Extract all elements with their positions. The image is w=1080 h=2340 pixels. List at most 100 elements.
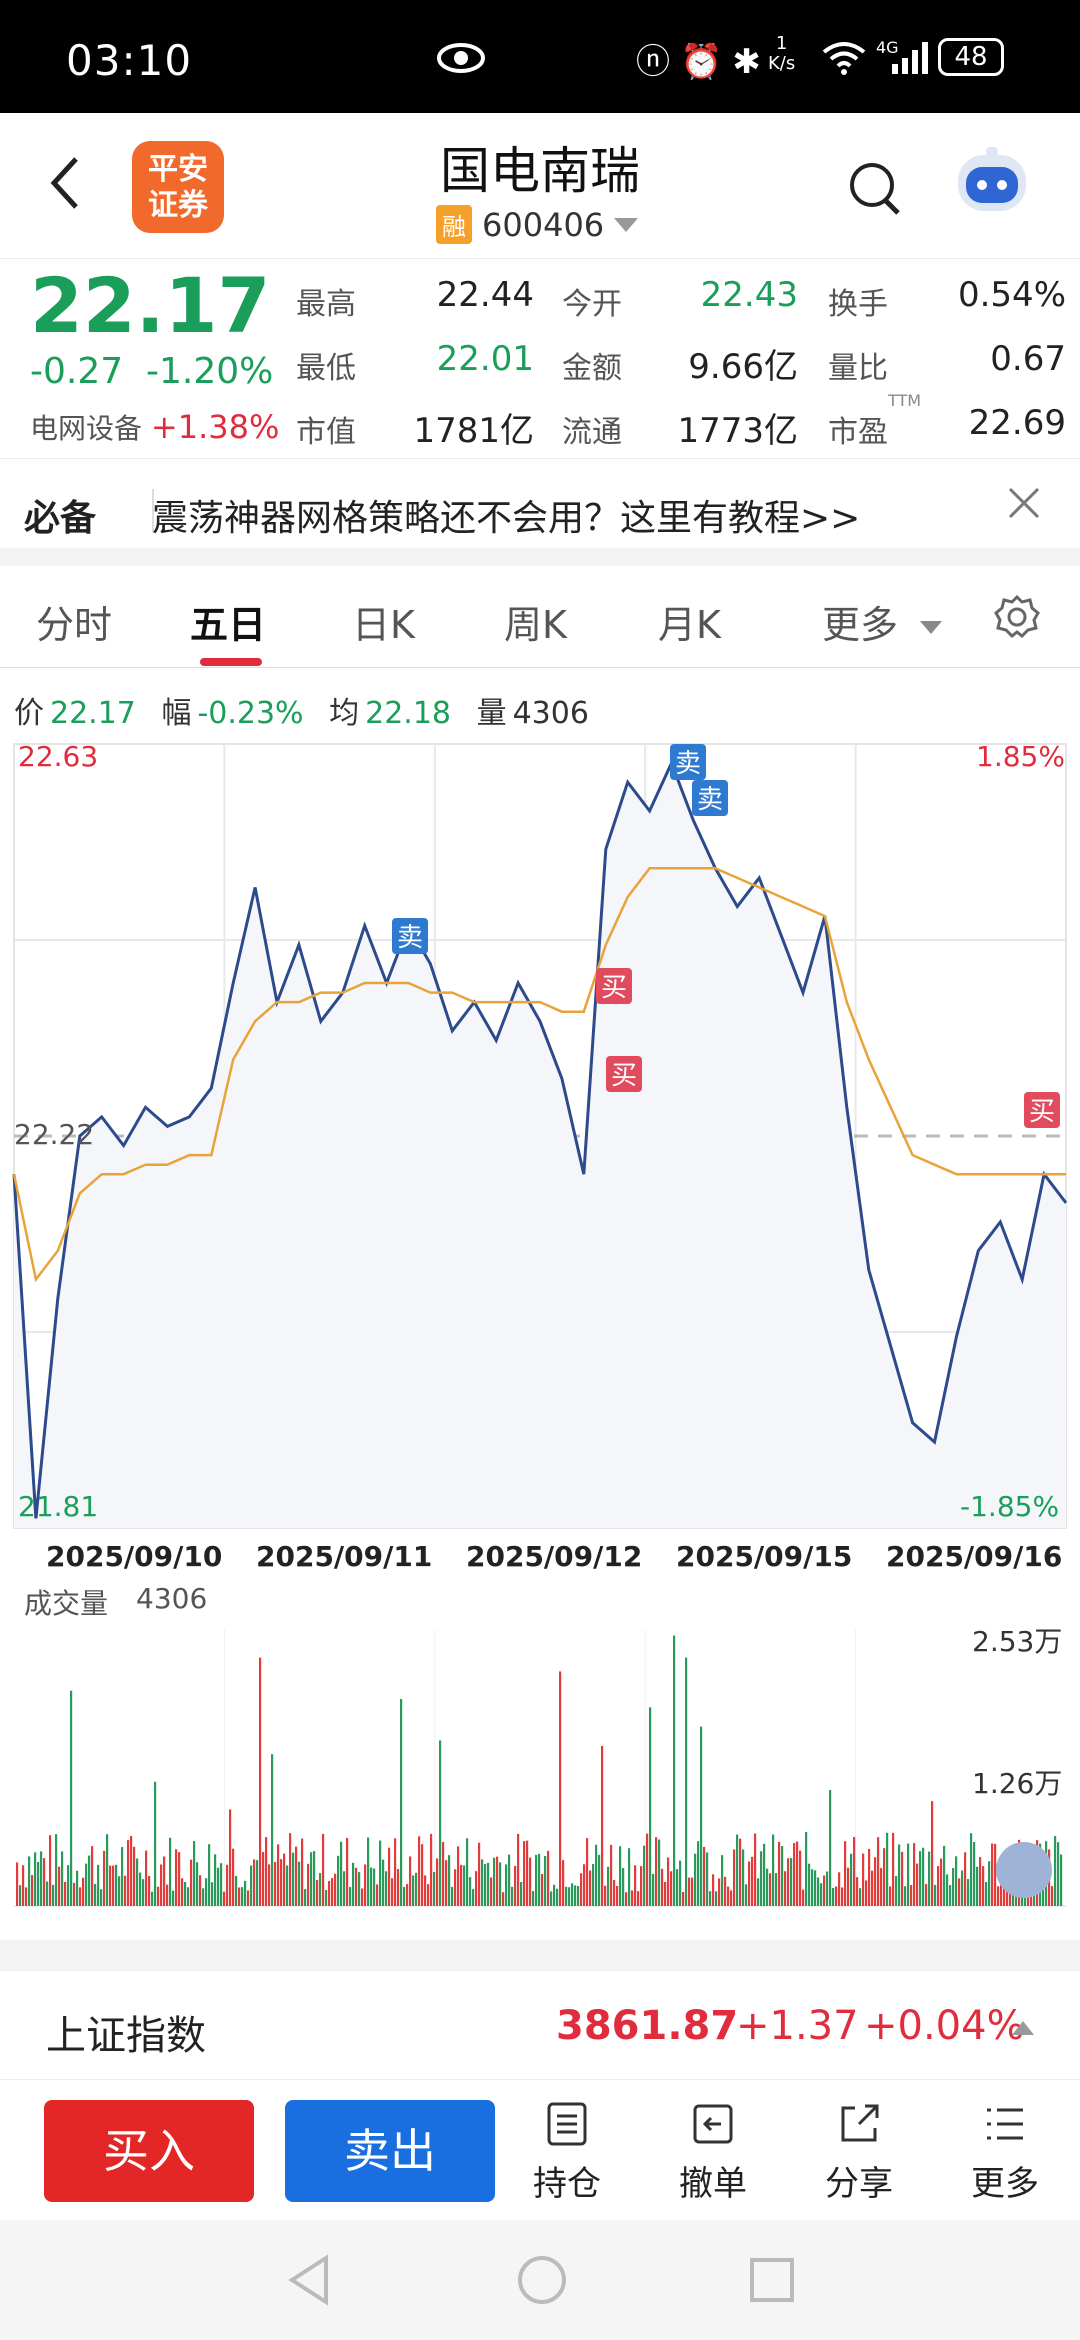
volume-bar [262, 1852, 265, 1906]
field-value: 1781亿 [413, 411, 534, 451]
nav-home-icon[interactable] [512, 2250, 572, 2310]
volume-bar [550, 1891, 553, 1906]
volume-bar [307, 1863, 310, 1906]
buy-marker[interactable]: 买 [1024, 1092, 1060, 1128]
holdings-button[interactable]: 持仓 [522, 2100, 612, 2205]
sector-info[interactable]: 电网设备 +1.38% [30, 407, 279, 447]
chevron-up-icon[interactable] [1012, 2021, 1034, 2035]
notice-bar[interactable]: 必备 震荡神器网格策略还不会用？这里有教程>> [0, 458, 1080, 566]
chevron-down-icon [920, 621, 943, 634]
active-tab-indicator [200, 658, 262, 666]
volume-bar [967, 1879, 970, 1906]
tab-minute[interactable]: 分时 [36, 594, 112, 649]
volume-bar [301, 1838, 304, 1906]
volume-bar [637, 1891, 640, 1906]
volume-bar [31, 1874, 34, 1906]
volume-bar [463, 1865, 466, 1906]
y-axis-mid-label: 22.22 [14, 1118, 95, 1151]
volume-bar [316, 1880, 319, 1906]
volume-bar [292, 1852, 295, 1906]
volume-bar [844, 1841, 847, 1906]
close-icon[interactable] [1004, 483, 1044, 523]
cancel-order-button[interactable]: 撤单 [668, 2100, 758, 2205]
notice-tag: 必备 [24, 498, 97, 539]
share-button[interactable]: 分享 [814, 2100, 904, 2205]
stock-code-selector[interactable]: 融 600406 [436, 205, 639, 244]
tab-monthly-k[interactable]: 月K [658, 594, 721, 649]
sell-button[interactable]: 卖出 [285, 2100, 495, 2202]
chevron-down-icon [614, 217, 639, 232]
index-ticker[interactable]: 上证指数 3861.87 +1.37 +0.04% [0, 1970, 1080, 2080]
volume-bar [919, 1851, 922, 1906]
volume-bar [649, 1707, 652, 1906]
volume-bar [706, 1852, 709, 1906]
volume-bar [997, 1886, 1000, 1906]
volume-bar [346, 1837, 349, 1906]
volume-bar [445, 1860, 448, 1906]
volume-bar [817, 1877, 820, 1906]
volume-bar [946, 1874, 949, 1906]
volume-bar [808, 1863, 811, 1906]
field-label: 市盈 [828, 415, 888, 450]
buy-marker[interactable]: 买 [606, 1056, 642, 1092]
volume-bar [49, 1835, 52, 1906]
volume-bar [799, 1850, 802, 1906]
search-icon[interactable] [846, 159, 902, 219]
nav-back-icon[interactable] [280, 2250, 340, 2310]
pct-axis-bottom-label: -1.85% [960, 1490, 1060, 1523]
volume-bar [628, 1848, 631, 1906]
volume-bar [781, 1846, 784, 1906]
volume-bar [451, 1886, 454, 1906]
buy-button[interactable]: 买入 [44, 2100, 254, 2202]
expand-chart-icon[interactable] [996, 1842, 1052, 1898]
volume-bar [610, 1844, 613, 1906]
sell-marker[interactable]: 卖 [392, 918, 428, 954]
volume-bar [652, 1873, 655, 1906]
volume-bar [352, 1862, 355, 1906]
volume-bar [862, 1853, 865, 1906]
field-value: 22.44 [436, 275, 534, 315]
volume-bar [394, 1838, 397, 1906]
robot-assistant-icon[interactable] [952, 145, 1032, 221]
sell-marker[interactable]: 卖 [670, 744, 706, 780]
svg-text:卖: 卖 [675, 749, 701, 779]
nav-recents-icon[interactable] [742, 2250, 802, 2310]
tab-more[interactable]: 更多 [822, 594, 943, 649]
volume-bar [988, 1861, 991, 1906]
volume-bar [121, 1847, 124, 1906]
volume-bar [766, 1868, 769, 1906]
volume-chart[interactable] [0, 1620, 1080, 1920]
notice-text[interactable]: 震荡神器网格策略还不会用？这里有教程>> [152, 489, 860, 541]
volume-bar [490, 1877, 493, 1906]
volume-bar [88, 1855, 91, 1906]
signal-icon [892, 42, 928, 74]
more-button[interactable]: 更多 [960, 2100, 1050, 2205]
volume-bar [703, 1846, 706, 1906]
gear-icon[interactable] [994, 594, 1040, 640]
volume-bar [670, 1871, 673, 1906]
volume-bar [472, 1889, 475, 1906]
volume-bar [583, 1864, 586, 1906]
volume-bar [67, 1865, 70, 1906]
volume-bar [925, 1884, 928, 1906]
tab-five-day[interactable]: 五日 [190, 594, 266, 649]
battery-icon: 48 [938, 38, 1004, 76]
sell-marker[interactable]: 卖 [692, 780, 728, 816]
tab-daily-k[interactable]: 日K [352, 594, 415, 649]
volume-bar [391, 1878, 394, 1906]
section-gap [0, 1940, 1080, 1970]
buy-marker[interactable]: 买 [596, 968, 632, 1004]
volume-bar [679, 1860, 682, 1906]
volume-bar [478, 1842, 481, 1906]
volume-bar [40, 1851, 43, 1906]
volume-bar [733, 1849, 736, 1906]
volume-bar [727, 1886, 730, 1906]
price-chart[interactable]: 卖买买卖卖买 [0, 740, 1080, 1540]
volume-bar [958, 1878, 961, 1906]
volume-bar [607, 1866, 610, 1906]
tab-weekly-k[interactable]: 周K [504, 594, 567, 649]
volume-bar [952, 1868, 955, 1906]
volume-bar [502, 1892, 505, 1906]
volume-bar [643, 1845, 646, 1906]
volume-bar [448, 1855, 451, 1906]
